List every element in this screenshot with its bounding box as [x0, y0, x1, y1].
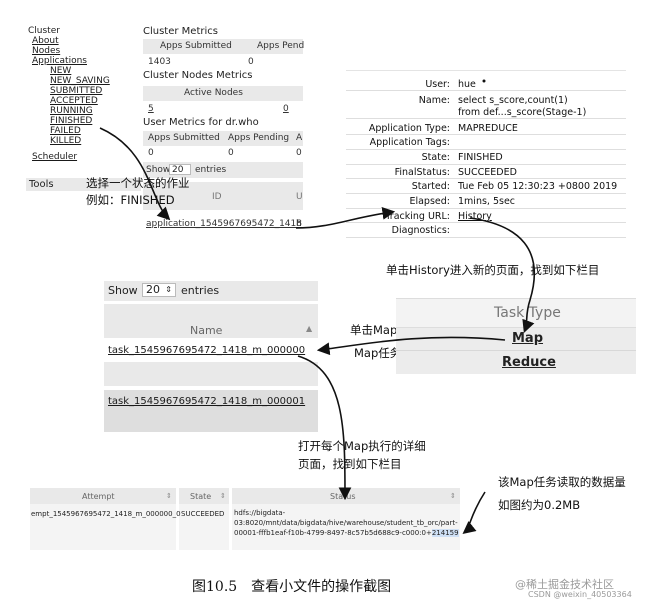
- arrow-task-to-status: [297, 355, 352, 501]
- arrow-history-to-map: [469, 217, 536, 333]
- arrow-annot-to-size: [462, 491, 486, 535]
- arrow-finished-to-app: [99, 127, 171, 221]
- arrow-app-to-detail: [295, 207, 396, 229]
- watermark-csdn: CSDN @weixin_40503364: [528, 590, 632, 599]
- arrow-map-to-tasks: [316, 336, 506, 356]
- figure-caption: 图10.5 查看小文件的操作截图: [192, 579, 392, 595]
- annotation-arrows: [99, 79, 536, 535]
